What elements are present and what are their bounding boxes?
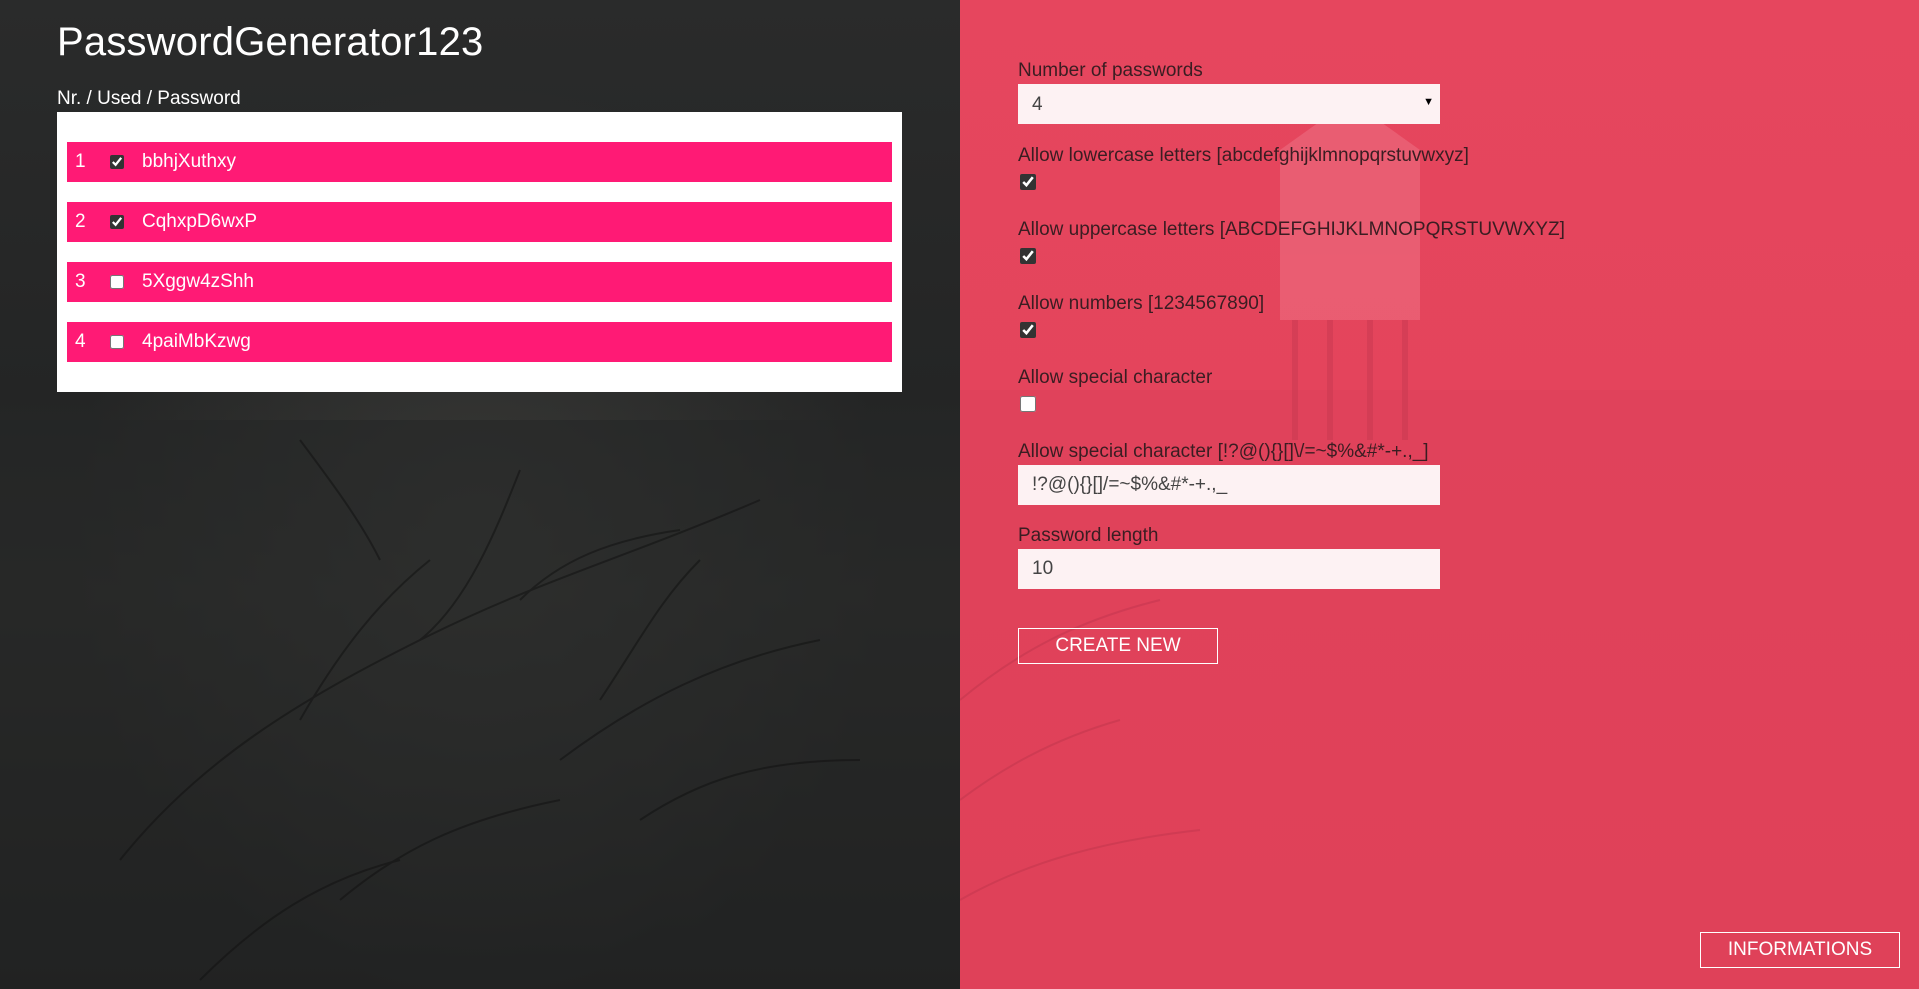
app-title: PasswordGenerator123 xyxy=(57,20,484,64)
used-checkbox-3[interactable] xyxy=(110,275,124,289)
special-checkbox[interactable] xyxy=(1020,396,1036,412)
lowercase-label: Allow lowercase letters [abcdefghijklmno… xyxy=(1018,145,1469,166)
chevron-down-icon: ▼ xyxy=(1423,96,1434,108)
password-text: 4paiMbKzwg xyxy=(142,331,251,352)
count-value: 4 xyxy=(1032,94,1043,115)
used-checkbox-1[interactable] xyxy=(110,155,124,169)
count-label: Number of passwords xyxy=(1018,60,1203,81)
used-checkbox-4[interactable] xyxy=(110,335,124,349)
password-row-4: 4 4paiMbKzwg xyxy=(67,322,892,362)
uppercase-checkbox[interactable] xyxy=(1020,248,1036,264)
password-text: 5Xggw4zShh xyxy=(142,271,254,292)
password-row-3: 3 5Xggw4zShh xyxy=(67,262,892,302)
special-set-label: Allow special character [!?@(){}[]\/=~$%… xyxy=(1018,441,1429,462)
password-number: 4 xyxy=(75,331,86,352)
password-text: CqhxpD6wxP xyxy=(142,211,258,232)
list-column-header: Nr. / Used / Password xyxy=(57,88,241,109)
password-row-2: 2 CqhxpD6wxP xyxy=(67,202,892,242)
password-list: 1 bbhjXuthxy 2 CqhxpD6wxP 3 5Xggw4zShh 4… xyxy=(57,112,902,392)
informations-button[interactable]: INFORMATIONS xyxy=(1700,932,1900,968)
special-characters-input[interactable] xyxy=(1018,465,1440,505)
password-length-input[interactable] xyxy=(1018,549,1440,589)
numbers-checkbox[interactable] xyxy=(1020,322,1036,338)
password-number: 3 xyxy=(75,271,86,292)
password-row-1: 1 bbhjXuthxy xyxy=(67,142,892,182)
create-new-button[interactable]: CREATE NEW xyxy=(1018,628,1218,664)
used-checkbox-2[interactable] xyxy=(110,215,124,229)
numbers-label: Allow numbers [1234567890] xyxy=(1018,293,1265,314)
special-label: Allow special character xyxy=(1018,367,1213,388)
password-text: bbhjXuthxy xyxy=(142,151,237,172)
password-list-panel: PasswordGenerator123 Nr. / Used / Passwo… xyxy=(0,0,960,989)
lowercase-checkbox[interactable] xyxy=(1020,174,1036,190)
length-label: Password length xyxy=(1018,525,1159,546)
password-number: 2 xyxy=(75,211,86,232)
uppercase-label: Allow uppercase letters [ABCDEFGHIJKLMNO… xyxy=(1018,219,1565,240)
password-number: 1 xyxy=(75,151,86,172)
password-count-select[interactable]: 4 ▼ xyxy=(1018,84,1440,124)
